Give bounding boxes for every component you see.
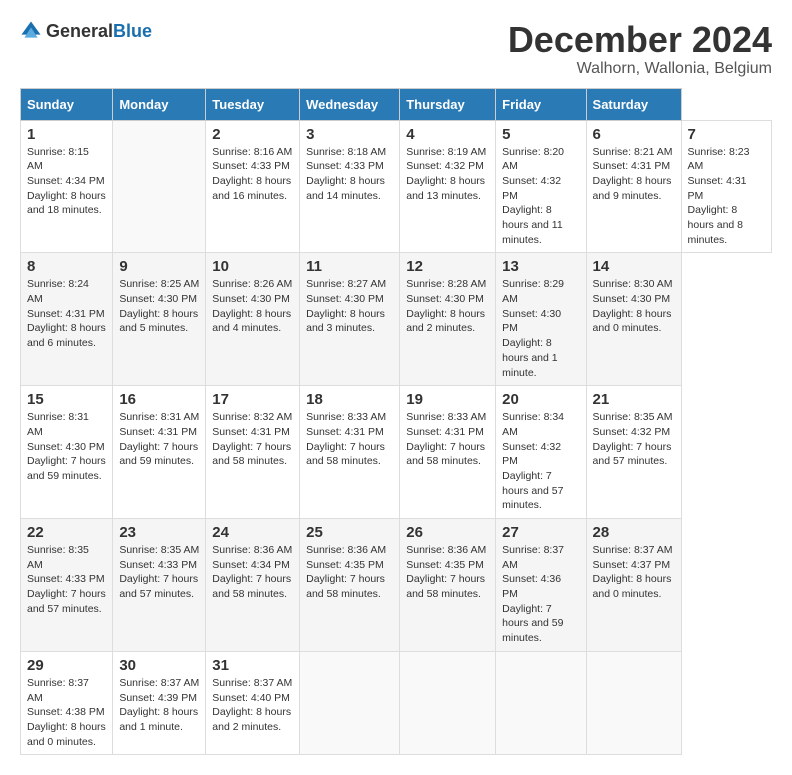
table-row: 13Sunrise: 8:29 AMSunset: 4:30 PMDayligh…	[496, 253, 586, 386]
table-row: 10Sunrise: 8:26 AMSunset: 4:30 PMDayligh…	[206, 253, 300, 386]
location-title: Walhorn, Wallonia, Belgium	[508, 60, 772, 78]
calendar-week-3: 15Sunrise: 8:31 AMSunset: 4:30 PMDayligh…	[21, 386, 772, 519]
table-row: 19Sunrise: 8:33 AMSunset: 4:31 PMDayligh…	[400, 386, 496, 519]
table-row: 22Sunrise: 8:35 AMSunset: 4:33 PMDayligh…	[21, 519, 113, 652]
table-row	[113, 120, 206, 253]
calendar-table: SundayMondayTuesdayWednesdayThursdayFrid…	[20, 88, 772, 756]
table-row	[300, 651, 400, 754]
header-sunday: Sunday	[21, 88, 113, 120]
header-wednesday: Wednesday	[300, 88, 400, 120]
calendar-week-1: 1Sunrise: 8:15 AMSunset: 4:34 PMDaylight…	[21, 120, 772, 253]
table-row: 2Sunrise: 8:16 AMSunset: 4:33 PMDaylight…	[206, 120, 300, 253]
calendar-header-row: SundayMondayTuesdayWednesdayThursdayFrid…	[21, 88, 772, 120]
table-row: 8Sunrise: 8:24 AMSunset: 4:31 PMDaylight…	[21, 253, 113, 386]
table-row: 15Sunrise: 8:31 AMSunset: 4:30 PMDayligh…	[21, 386, 113, 519]
table-row: 6Sunrise: 8:21 AMSunset: 4:31 PMDaylight…	[586, 120, 681, 253]
table-row: 12Sunrise: 8:28 AMSunset: 4:30 PMDayligh…	[400, 253, 496, 386]
table-row: 30Sunrise: 8:37 AMSunset: 4:39 PMDayligh…	[113, 651, 206, 754]
calendar-week-4: 22Sunrise: 8:35 AMSunset: 4:33 PMDayligh…	[21, 519, 772, 652]
table-row: 27Sunrise: 8:37 AMSunset: 4:36 PMDayligh…	[496, 519, 586, 652]
table-row: 14Sunrise: 8:30 AMSunset: 4:30 PMDayligh…	[586, 253, 681, 386]
logo-icon	[20, 20, 42, 42]
table-row: 26Sunrise: 8:36 AMSunset: 4:35 PMDayligh…	[400, 519, 496, 652]
table-row: 1Sunrise: 8:15 AMSunset: 4:34 PMDaylight…	[21, 120, 113, 253]
logo-general: GeneralBlue	[46, 21, 152, 42]
table-row: 29Sunrise: 8:37 AMSunset: 4:38 PMDayligh…	[21, 651, 113, 754]
table-row: 9Sunrise: 8:25 AMSunset: 4:30 PMDaylight…	[113, 253, 206, 386]
table-row: 28Sunrise: 8:37 AMSunset: 4:37 PMDayligh…	[586, 519, 681, 652]
table-row: 4Sunrise: 8:19 AMSunset: 4:32 PMDaylight…	[400, 120, 496, 253]
table-row: 18Sunrise: 8:33 AMSunset: 4:31 PMDayligh…	[300, 386, 400, 519]
calendar-week-5: 29Sunrise: 8:37 AMSunset: 4:38 PMDayligh…	[21, 651, 772, 754]
logo: GeneralBlue	[20, 20, 152, 42]
table-row: 31Sunrise: 8:37 AMSunset: 4:40 PMDayligh…	[206, 651, 300, 754]
table-row	[496, 651, 586, 754]
header-saturday: Saturday	[586, 88, 681, 120]
table-row: 7Sunrise: 8:23 AMSunset: 4:31 PMDaylight…	[681, 120, 771, 253]
table-row: 24Sunrise: 8:36 AMSunset: 4:34 PMDayligh…	[206, 519, 300, 652]
title-block: December 2024 Walhorn, Wallonia, Belgium	[508, 20, 772, 78]
table-row	[400, 651, 496, 754]
table-row: 23Sunrise: 8:35 AMSunset: 4:33 PMDayligh…	[113, 519, 206, 652]
table-row: 25Sunrise: 8:36 AMSunset: 4:35 PMDayligh…	[300, 519, 400, 652]
month-title: December 2024	[508, 20, 772, 60]
page-header: GeneralBlue December 2024 Walhorn, Wallo…	[20, 20, 772, 78]
table-row: 20Sunrise: 8:34 AMSunset: 4:32 PMDayligh…	[496, 386, 586, 519]
table-row	[586, 651, 681, 754]
table-row: 21Sunrise: 8:35 AMSunset: 4:32 PMDayligh…	[586, 386, 681, 519]
table-row: 11Sunrise: 8:27 AMSunset: 4:30 PMDayligh…	[300, 253, 400, 386]
header-thursday: Thursday	[400, 88, 496, 120]
calendar-week-2: 8Sunrise: 8:24 AMSunset: 4:31 PMDaylight…	[21, 253, 772, 386]
table-row: 3Sunrise: 8:18 AMSunset: 4:33 PMDaylight…	[300, 120, 400, 253]
header-monday: Monday	[113, 88, 206, 120]
table-row: 17Sunrise: 8:32 AMSunset: 4:31 PMDayligh…	[206, 386, 300, 519]
table-row: 16Sunrise: 8:31 AMSunset: 4:31 PMDayligh…	[113, 386, 206, 519]
table-row: 5Sunrise: 8:20 AMSunset: 4:32 PMDaylight…	[496, 120, 586, 253]
header-friday: Friday	[496, 88, 586, 120]
header-tuesday: Tuesday	[206, 88, 300, 120]
